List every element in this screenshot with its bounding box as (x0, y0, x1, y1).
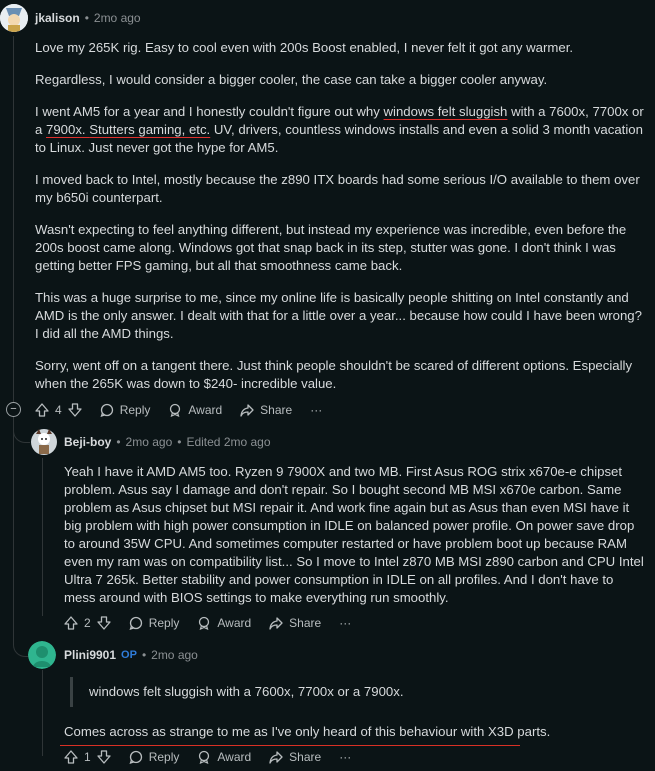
paragraph: Yeah I have it AMD AM5 too. Ryzen 9 7900… (64, 464, 644, 605)
vote-group: 1 (64, 750, 111, 764)
timestamp[interactable]: 2mo ago (126, 435, 173, 449)
blockquote: windows felt sluggish with a 7600x, 7700… (70, 677, 609, 707)
reply-button[interactable]: Reply (100, 403, 151, 417)
comment-header: Plini9901 OP • 2mo ago (64, 648, 198, 662)
share-icon (240, 403, 254, 417)
award-label: Award (217, 616, 252, 630)
reply-label: Reply (148, 750, 180, 764)
thread-line (13, 36, 14, 402)
award-label: Award (217, 750, 252, 764)
comment-bubble-icon (100, 403, 114, 417)
comment-body: Love my 265K rig. Easy to cool even with… (35, 39, 645, 407)
underlined-phrase: 7900x. (46, 122, 90, 137)
vote-group: 4 (35, 403, 82, 417)
award-button[interactable]: Award (168, 403, 222, 417)
share-button[interactable]: Share (269, 750, 321, 764)
minus-icon: − (10, 403, 17, 415)
award-button[interactable]: Award (197, 616, 251, 630)
award-label: Award (188, 403, 223, 417)
comment-bubble-icon (129, 750, 143, 764)
share-button[interactable]: Share (269, 616, 321, 630)
vote-count: 2 (84, 616, 91, 630)
upvote-icon[interactable] (64, 616, 78, 630)
comment-header: jkalison • 2mo ago (35, 11, 141, 25)
share-icon (269, 750, 283, 764)
upvote-icon[interactable] (35, 403, 49, 417)
vote-count: 1 (84, 750, 91, 764)
thread-elbow (13, 418, 30, 443)
underlined-phrase: windows felt sluggish (383, 104, 508, 119)
paragraph: I moved back to Intel, mostly because th… (35, 172, 640, 205)
ellipsis-icon: ··· (310, 403, 323, 417)
more-options-button[interactable]: ··· (310, 403, 322, 417)
comment-header: Beji-boy • 2mo ago • Edited 2mo ago (64, 435, 271, 449)
more-options-button[interactable]: ··· (339, 616, 351, 630)
award-icon (197, 616, 211, 630)
timestamp[interactable]: 2mo ago (151, 648, 198, 662)
text-run: I went AM5 for a year and I honestly cou… (35, 104, 384, 119)
share-label: Share (289, 616, 322, 630)
paragraph: Regardless, I would consider a bigger co… (35, 72, 548, 87)
vote-count: 4 (55, 403, 62, 417)
comment-bubble-icon (129, 616, 143, 630)
red-underline-annotation (60, 745, 520, 746)
timestamp[interactable]: 2mo ago (94, 11, 141, 25)
downvote-icon[interactable] (97, 750, 111, 764)
share-icon (269, 616, 283, 630)
username[interactable]: Beji-boy (64, 435, 111, 449)
edited-label: Edited 2mo ago (186, 435, 271, 449)
paragraph: Sorry, went off on a tangent there. Just… (35, 358, 633, 391)
avatar[interactable] (30, 428, 58, 456)
underlined-phrase: Stutters gaming, etc. (89, 122, 211, 137)
reply-label: Reply (148, 616, 180, 630)
paragraph: I went AM5 for a year and I honestly cou… (35, 103, 645, 157)
reply-button[interactable]: Reply (129, 750, 180, 764)
share-button[interactable]: Share (240, 403, 292, 417)
separator-dot: • (177, 435, 182, 449)
upvote-icon[interactable] (64, 750, 78, 764)
separator-dot: • (116, 435, 121, 449)
thread-line (13, 417, 14, 629)
ellipsis-icon: ··· (339, 750, 352, 764)
comment-actions: 4 Reply Award Share ··· (35, 403, 340, 417)
paragraph: This was a huge surprise to me, since my… (35, 290, 642, 341)
op-badge: OP (121, 649, 137, 661)
share-label: Share (289, 750, 322, 764)
ellipsis-icon: ··· (339, 616, 352, 630)
vote-group: 2 (64, 616, 111, 630)
separator-dot: • (141, 648, 147, 662)
reply-label: Reply (119, 403, 151, 417)
paragraph: Wasn't expecting to feel anything differ… (35, 222, 627, 273)
avatar[interactable] (0, 4, 28, 32)
comment-actions: 1 Reply Award Share ··· (64, 750, 369, 764)
thread-line (42, 458, 43, 616)
username[interactable]: jkalison (35, 11, 80, 25)
more-options-button[interactable]: ··· (339, 750, 351, 764)
comment-body: Yeah I have it AMD AM5 too. Ryzen 9 7900… (64, 463, 644, 621)
downvote-icon[interactable] (97, 616, 111, 630)
award-icon (197, 750, 211, 764)
username[interactable]: Plini9901 (64, 648, 116, 662)
paragraph: Comes across as strange to me as I've on… (64, 724, 551, 739)
avatar[interactable] (28, 641, 56, 669)
award-button[interactable]: Award (197, 750, 251, 764)
separator-dot: • (84, 11, 89, 25)
paragraph: Love my 265K rig. Easy to cool even with… (35, 40, 574, 55)
downvote-icon[interactable] (68, 403, 82, 417)
collapse-thread-button[interactable]: − (6, 402, 21, 417)
reply-button[interactable]: Reply (129, 616, 180, 630)
share-label: Share (260, 403, 293, 417)
comment-actions: 2 Reply Award Share ··· (64, 616, 369, 630)
quoted-text: windows felt sluggish with a 7600x, 7700… (89, 684, 404, 699)
award-icon (168, 403, 182, 417)
thread-line (42, 670, 43, 756)
